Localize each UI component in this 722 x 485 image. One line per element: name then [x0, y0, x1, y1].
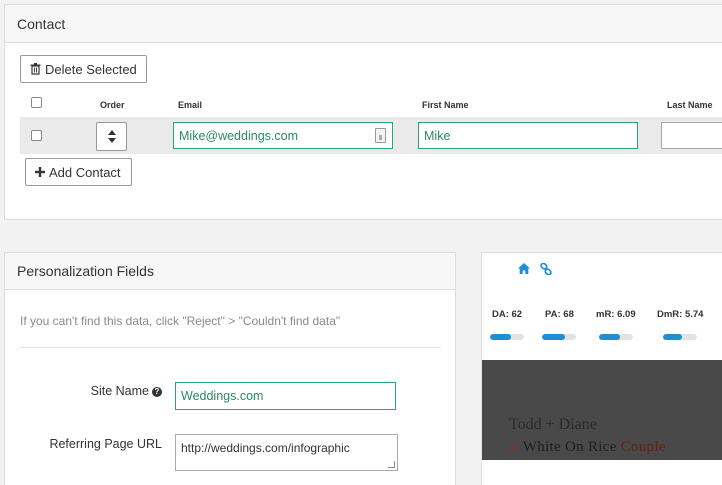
site-name-value: Weddings.com — [181, 389, 264, 403]
home-icon[interactable] — [518, 263, 530, 274]
preview-brand-accent: Couple — [620, 439, 666, 455]
metric-bar-dmr — [663, 334, 697, 340]
metric-bar-pa — [542, 334, 576, 340]
seo-metrics-panel: DA: 62 PA: 68 mR: 6.09 DmR: 5.74 Todd + … — [481, 252, 722, 485]
column-header-email: Email — [178, 100, 203, 110]
link-icon[interactable] — [540, 263, 552, 275]
contact-card-icon — [375, 128, 386, 143]
column-header-last-name: Last Name — [667, 100, 713, 110]
contact-panel-title: Contact — [17, 15, 66, 32]
site-name-field[interactable]: Weddings.com — [175, 382, 396, 410]
add-contact-button[interactable]: Add Contact — [25, 158, 132, 186]
metric-bar-da — [490, 334, 524, 340]
sort-icon — [107, 130, 116, 143]
hint-text: If you can't find this data, click "Reje… — [20, 314, 341, 328]
resize-handle[interactable] — [388, 461, 395, 468]
metric-bar-mr — [599, 334, 633, 340]
metric-fill-pa — [542, 334, 566, 340]
email-value: Mike@weddings.com — [179, 128, 298, 143]
personalization-panel-title: Personalization Fields — [17, 263, 154, 279]
first-name-value: Mike — [424, 128, 451, 143]
divider — [20, 347, 441, 348]
seo-toolbar — [518, 263, 552, 275]
metric-fill-da — [490, 334, 512, 340]
select-all-checkbox[interactable] — [31, 97, 42, 108]
reorder-handle[interactable] — [96, 122, 127, 151]
delete-selected-button[interactable]: Delete Selected — [20, 55, 147, 83]
column-header-first-name: First Name — [422, 100, 469, 110]
referring-page-url-label: Referring Page URL — [49, 437, 162, 451]
delete-selected-label: Delete Selected — [45, 61, 137, 77]
first-name-field[interactable]: Mike — [418, 122, 638, 149]
last-name-field[interactable] — [661, 122, 722, 149]
help-icon[interactable]: ? — [152, 387, 162, 397]
preview-brand-main: White On Rice — [522, 439, 621, 455]
plus-icon — [35, 167, 45, 177]
site-name-label: Site Name? — [45, 384, 162, 398]
preview-brand: » White On Rice Couple — [509, 439, 666, 456]
referring-page-url-value: http://weddings.com/infographic — [181, 441, 350, 455]
metric-label-mr: mR: 6.09 — [596, 309, 636, 320]
preview-heading: Todd + Diane — [509, 416, 597, 433]
contact-panel: Contact Delete Selected Order Email Firs… — [4, 4, 722, 220]
row-checkbox[interactable] — [31, 130, 42, 141]
preview-chevron: » — [509, 439, 517, 455]
metric-label-da: DA: 62 — [492, 309, 523, 320]
contact-panel-header: Contact — [5, 5, 722, 43]
metric-fill-mr — [599, 334, 620, 340]
personalization-panel-header: Personalization Fields — [5, 253, 455, 290]
metric-fill-dmr — [663, 334, 683, 340]
metric-label-pa: PA: 68 — [545, 309, 574, 320]
referring-page-url-field[interactable]: http://weddings.com/infographic — [175, 434, 398, 471]
site-name-label-text: Site Name — [90, 384, 149, 398]
personalization-panel: Personalization Fields If you can't find… — [4, 252, 456, 485]
column-header-order: Order — [100, 100, 125, 110]
trash-icon — [30, 63, 41, 75]
site-preview-image: Todd + Diane » White On Rice Couple — [482, 360, 722, 460]
add-contact-label: Add Contact — [49, 164, 121, 180]
email-field[interactable]: Mike@weddings.com — [173, 122, 393, 149]
metric-label-dmr: DmR: 5.74 — [657, 309, 704, 320]
